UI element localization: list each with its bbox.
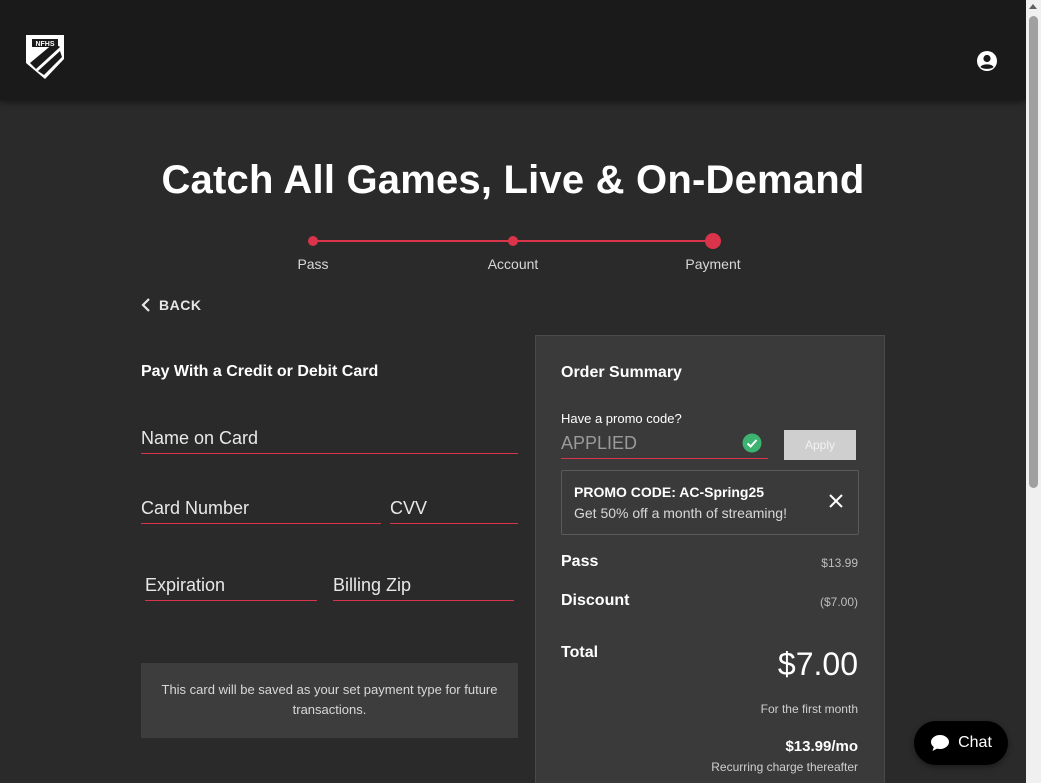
step-dot-account (508, 236, 518, 246)
step-label-pass: Pass (297, 256, 329, 272)
close-icon[interactable] (828, 493, 844, 509)
user-circle-icon[interactable] (975, 49, 999, 73)
checkout-page: NFHS Catch All Games, Live & On-Demand P… (0, 0, 1041, 783)
pass-label: Pass (561, 553, 599, 570)
first-month-note: For the first month (760, 702, 858, 716)
name-on-card-input[interactable] (141, 424, 518, 453)
svg-text:NFHS: NFHS (35, 41, 54, 48)
payment-form-title: Pay With a Credit or Debit Card (141, 363, 379, 380)
pass-price: $13.99 (821, 556, 858, 570)
apply-promo-button[interactable]: Apply (784, 430, 856, 460)
order-summary-title: Order Summary (561, 364, 682, 381)
recurring-note: Recurring charge thereafter (711, 760, 858, 774)
cvv-field[interactable] (390, 494, 518, 524)
back-label: BACK (159, 297, 202, 313)
top-header: NFHS (0, 0, 1026, 100)
scroll-up-arrow-icon[interactable] (1029, 4, 1037, 9)
applied-promo-card: PROMO CODE: AC-Spring25 Get 50% off a mo… (561, 470, 859, 535)
saved-card-note: This card will be saved as your set paym… (141, 663, 518, 738)
discount-value: ($7.00) (819, 595, 858, 609)
chevron-left-icon (141, 298, 150, 312)
total-label: Total (561, 644, 599, 661)
discount-label: Discount (561, 592, 630, 609)
recurring-price: $13.99/mo (785, 738, 858, 755)
billing-zip-field[interactable] (333, 571, 514, 601)
scroll-thumb[interactable] (1029, 16, 1038, 488)
promo-code-input[interactable] (561, 429, 741, 458)
page-title: Catch All Games, Live & On-Demand (161, 158, 865, 202)
card-number-input[interactable] (141, 494, 381, 523)
chat-bubble-icon (931, 735, 950, 751)
cvv-input[interactable] (390, 494, 518, 523)
promo-code-field[interactable] (561, 429, 768, 459)
step-dot-pass (308, 236, 318, 246)
check-circle-icon (742, 433, 762, 453)
step-label-payment: Payment (685, 256, 741, 272)
chat-label: Chat (958, 734, 992, 751)
expiration-input[interactable] (145, 571, 317, 600)
step-dot-payment (705, 233, 721, 249)
name-on-card-field[interactable] (141, 424, 518, 454)
back-button[interactable]: BACK (141, 297, 201, 313)
order-summary-panel: Order Summary Have a promo code? Apply P… (535, 335, 885, 783)
chat-button[interactable]: Chat (914, 721, 1008, 765)
nfhs-logo[interactable]: NFHS (24, 33, 66, 81)
total-price: $7.00 (777, 646, 858, 682)
expiration-field[interactable] (145, 571, 317, 601)
step-label-account: Account (487, 256, 539, 272)
promo-description: Get 50% off a month of streaming! (574, 505, 787, 521)
billing-zip-input[interactable] (333, 571, 514, 600)
promo-code-label: Have a promo code? (561, 411, 682, 426)
card-number-field[interactable] (141, 494, 381, 524)
promo-code-text: PROMO CODE: AC-Spring25 (574, 484, 765, 500)
page-scrollbar[interactable] (1026, 0, 1041, 783)
